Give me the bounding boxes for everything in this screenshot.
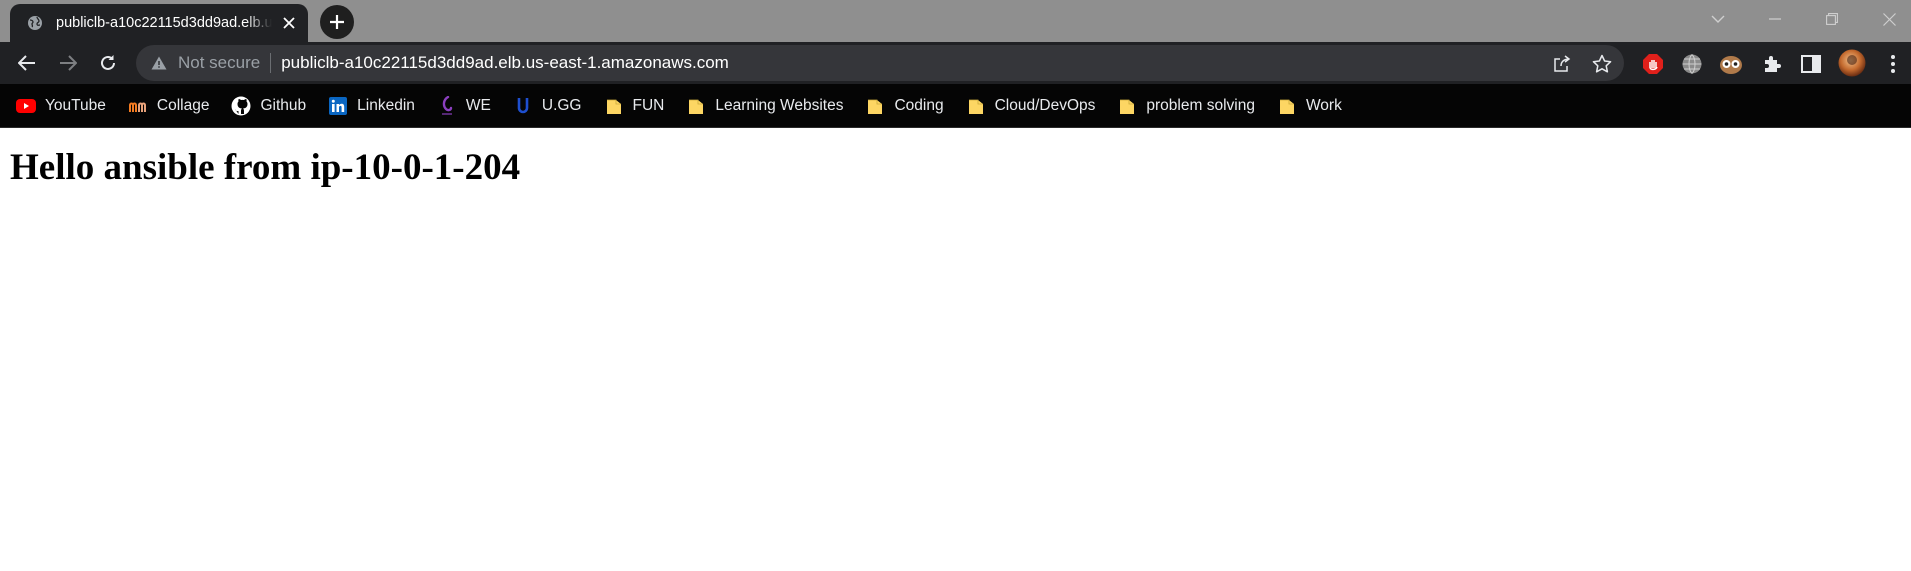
bookmark-folder-cloud-devops[interactable]: Cloud/DevOps [966, 92, 1096, 120]
forward-button[interactable] [52, 47, 84, 79]
bookmark-collage[interactable]: Collage [128, 92, 210, 120]
browser-titlebar: publiclb-a10c22115d3dd9ad.elb.us-east-1.… [0, 0, 1911, 42]
page-heading: Hello ansible from ip-10-0-1-204 [10, 147, 521, 188]
ugg-icon [513, 96, 533, 116]
bookmark-label: YouTube [45, 96, 106, 114]
bookmark-folder-learning-websites[interactable]: Learning Websites [686, 92, 843, 120]
close-window-button[interactable] [1866, 0, 1911, 38]
bookmark-folder-coding[interactable]: Coding [865, 92, 944, 120]
linkedin-icon [328, 96, 348, 116]
folder-icon [966, 96, 986, 116]
side-panel-icon[interactable] [1799, 52, 1823, 76]
bookmark-label: Coding [894, 96, 944, 114]
owl-extension-icon[interactable] [1719, 52, 1743, 76]
back-button[interactable] [11, 47, 43, 79]
github-icon [231, 96, 251, 116]
folder-icon [686, 96, 706, 116]
plus-icon [330, 15, 344, 29]
reload-button[interactable] [92, 47, 124, 79]
restore-icon [1826, 13, 1838, 25]
minimize-button[interactable] [1752, 0, 1798, 38]
tab-title: publiclb-a10c22115d3dd9ad.elb.us-east-1.… [56, 15, 272, 31]
folder-icon [1277, 96, 1297, 116]
close-icon [1882, 12, 1896, 26]
close-tab-icon[interactable] [280, 14, 298, 32]
security-status-label[interactable]: Not secure [178, 53, 260, 73]
browser-toolbar: Not secure publiclb-a10c22115d3dd9ad.elb… [0, 42, 1911, 84]
bookmark-star-icon[interactable] [1591, 53, 1613, 75]
omnibox-separator [270, 53, 272, 73]
bookmark-label: U.GG [541, 96, 582, 114]
bookmark-linkedin[interactable]: Linkedin [328, 92, 415, 120]
bookmark-label: FUN [632, 96, 665, 114]
bookmark-label: Work [1305, 96, 1342, 114]
adblock-extension-icon[interactable] [1641, 52, 1665, 76]
globe-extension-icon[interactable] [1680, 52, 1704, 76]
folder-icon [604, 96, 624, 116]
bookmarks-bar: YouTube Collage Github Linkedin WE U.GG [0, 84, 1911, 128]
restore-button[interactable] [1809, 0, 1855, 38]
back-arrow-icon [18, 55, 35, 71]
bookmark-label: Learning Websites [715, 96, 844, 114]
active-tab[interactable]: publiclb-a10c22115d3dd9ad.elb.us-east-1.… [10, 4, 308, 42]
share-icon[interactable] [1551, 53, 1573, 75]
bookmark-label: Linkedin [357, 96, 415, 114]
bookmark-label: Github [260, 96, 307, 114]
bookmark-label: WE [465, 96, 491, 114]
address-bar[interactable]: Not secure publiclb-a10c22115d3dd9ad.elb… [136, 45, 1624, 81]
folder-icon [1117, 96, 1137, 116]
minimize-icon [1769, 18, 1781, 20]
forward-arrow-icon [60, 55, 77, 71]
bookmark-label: Collage [156, 96, 210, 114]
tab-search-button[interactable] [1695, 0, 1741, 38]
chevron-down-icon [1711, 15, 1725, 23]
bookmark-ugg[interactable]: U.GG [513, 92, 582, 120]
reload-icon [101, 55, 115, 70]
collage-icon [128, 96, 148, 116]
bookmark-youtube[interactable]: YouTube [16, 92, 106, 120]
we-icon [437, 95, 457, 116]
menu-kebab-icon[interactable] [1881, 52, 1905, 76]
bookmark-label: Cloud/DevOps [994, 96, 1096, 114]
warning-icon[interactable] [150, 54, 168, 72]
new-tab-button[interactable] [320, 5, 354, 39]
folder-icon [865, 96, 885, 116]
extensions-puzzle-icon[interactable] [1760, 52, 1784, 76]
bookmark-we[interactable]: WE [437, 92, 491, 120]
bookmark-folder-work[interactable]: Work [1277, 92, 1342, 120]
bookmark-folder-fun[interactable]: FUN [604, 92, 665, 120]
url-text[interactable]: publiclb-a10c22115d3dd9ad.elb.us-east-1.… [281, 53, 729, 73]
bookmark-label: problem solving [1146, 96, 1255, 114]
bookmark-folder-problem-solving[interactable]: problem solving [1117, 92, 1255, 120]
bookmark-github[interactable]: Github [231, 92, 306, 120]
profile-avatar[interactable] [1838, 49, 1866, 77]
page-content: Hello ansible from ip-10-0-1-204 [0, 128, 1911, 189]
youtube-icon [16, 96, 36, 116]
globe-icon [26, 14, 44, 32]
